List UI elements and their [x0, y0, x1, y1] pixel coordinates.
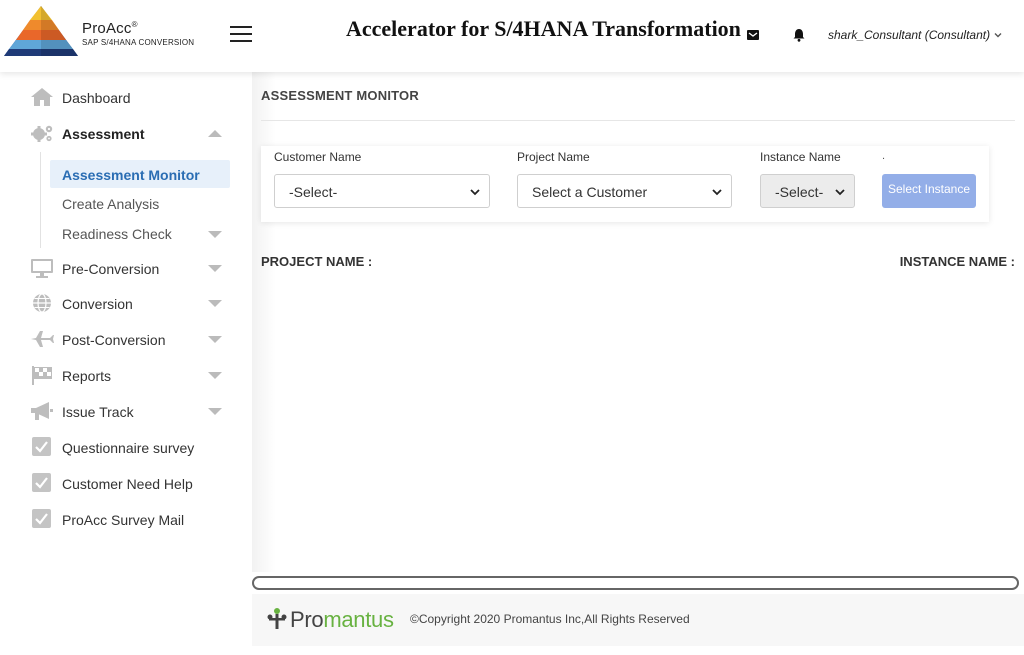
chevron-down-icon: [835, 189, 845, 196]
sidebar: Dashboard Assessment Assessment Monitor …: [0, 72, 252, 655]
customer-name-select[interactable]: -Select-: [274, 174, 490, 208]
chevron-down-icon[interactable]: [993, 30, 1003, 40]
caret-down-icon[interactable]: [208, 231, 222, 238]
checkbox-icon: [32, 509, 51, 528]
monitor-icon: [31, 259, 53, 278]
megaphone-icon: [31, 402, 53, 420]
sidebar-subitem-label: Assessment Monitor: [62, 167, 200, 183]
footer: Promantus ©Copyright 2020 Promantus Inc,…: [252, 594, 1024, 646]
sidebar-item-customer-need-help[interactable]: Customer Need Help: [0, 468, 252, 498]
globe-icon: [33, 293, 51, 313]
sidebar-item-label: ProAcc Survey Mail: [62, 512, 185, 528]
sidebar-subitem-label: Readiness Check: [62, 226, 172, 242]
sidebar-item-issue-track[interactable]: Issue Track: [0, 396, 252, 426]
project-name-heading: PROJECT NAME :: [261, 254, 373, 269]
instance-name-select[interactable]: -Select-: [760, 174, 855, 208]
brand-subtitle: SAP S/4HANA CONVERSION: [82, 38, 195, 47]
sidebar-item-label: Conversion: [62, 296, 133, 312]
page-title: ASSESSMENT MONITOR: [261, 88, 419, 103]
sidebar-item-label: Customer Need Help: [62, 476, 193, 492]
sidebar-item-assessment[interactable]: Assessment: [0, 118, 252, 148]
sidebar-subitem-assessment-monitor[interactable]: Assessment Monitor: [50, 160, 230, 188]
customer-name-label: Customer Name: [274, 150, 362, 164]
caret-down-icon[interactable]: [208, 265, 222, 272]
sidebar-subitem-readiness-check[interactable]: Readiness Check: [50, 219, 230, 247]
plane-icon: [31, 331, 54, 347]
sidebar-item-reports[interactable]: Reports: [0, 360, 252, 390]
sidebar-item-questionnaire-survey[interactable]: Questionnaire survey: [0, 432, 252, 462]
sidebar-item-conversion[interactable]: Conversion: [0, 288, 252, 318]
sidebar-item-label: Issue Track: [62, 404, 134, 420]
user-menu[interactable]: shark_Consultant (Consultant): [828, 28, 990, 42]
promantus-logo[interactable]: Promantus: [290, 607, 394, 633]
sidebar-item-proacc-survey-mail[interactable]: ProAcc Survey Mail: [0, 504, 252, 534]
button-caption: .: [882, 150, 886, 162]
caret-down-icon[interactable]: [208, 408, 222, 415]
instance-name-label: Instance Name: [760, 150, 841, 164]
sidebar-item-pre-conversion[interactable]: Pre-Conversion: [0, 253, 252, 283]
sidebar-item-label: Pre-Conversion: [62, 261, 160, 277]
home-icon: [31, 88, 53, 106]
bell-icon[interactable]: [792, 28, 806, 42]
caret-up-icon[interactable]: [208, 130, 222, 137]
caret-down-icon[interactable]: [208, 372, 222, 379]
chevron-down-icon: [712, 189, 722, 196]
project-name-select[interactable]: Select a Customer: [517, 174, 732, 208]
sidebar-subitem-create-analysis[interactable]: Create Analysis: [50, 189, 230, 217]
sidebar-item-label: Dashboard: [62, 90, 131, 106]
divider: [261, 120, 1015, 121]
copyright-text: ©Copyright 2020 Promantus Inc,All Rights…: [410, 612, 690, 626]
main-content: ASSESSMENT MONITOR Customer Name -Select…: [252, 72, 1024, 655]
flag-icon: [32, 366, 52, 385]
project-name-label: Project Name: [517, 150, 590, 164]
app-title: Accelerator for S/4HANA Transformation: [346, 16, 741, 41]
checkbox-icon: [32, 437, 51, 456]
sidebar-item-label: Reports: [62, 368, 112, 384]
instance-name-heading: INSTANCE NAME :: [899, 254, 1015, 269]
sidebar-item-post-conversion[interactable]: Post-Conversion: [0, 324, 252, 354]
checkbox-icon: [32, 473, 51, 492]
submenu-divider: [40, 152, 41, 248]
proacc-pyramid-logo[interactable]: [2, 4, 80, 64]
horizontal-scrollbar[interactable]: [252, 576, 1019, 590]
caret-down-icon[interactable]: [208, 336, 222, 343]
gears-icon: [31, 125, 53, 142]
caret-down-icon[interactable]: [208, 300, 222, 307]
sidebar-item-label: Assessment: [62, 126, 145, 142]
mail-icon[interactable]: [746, 28, 760, 42]
sidebar-item-label: Questionnaire survey: [62, 440, 195, 456]
brand-name: ProAcc®: [82, 20, 138, 37]
menu-icon[interactable]: [230, 26, 252, 42]
app-header: ProAcc® SAP S/4HANA CONVERSION Accelerat…: [0, 0, 1024, 72]
sidebar-item-dashboard[interactable]: Dashboard: [0, 82, 252, 112]
chevron-down-icon: [470, 189, 480, 196]
promantus-logo-icon: [267, 608, 287, 629]
select-instance-button[interactable]: Select Instance: [882, 174, 976, 208]
sidebar-subitem-label: Create Analysis: [62, 196, 160, 212]
filter-card: Customer Name -Select- Project Name Sele…: [261, 146, 989, 222]
sidebar-item-label: Post-Conversion: [62, 332, 166, 348]
